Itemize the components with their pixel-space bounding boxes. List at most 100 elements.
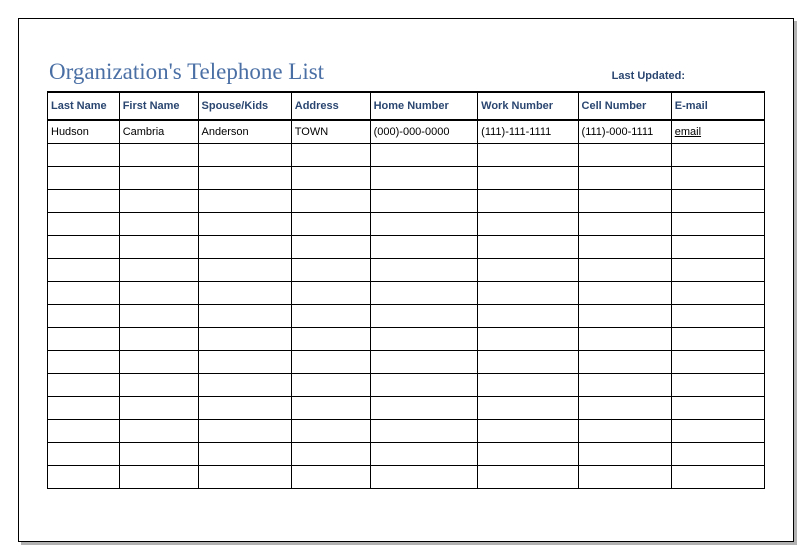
- cell-empty: [198, 419, 291, 442]
- cell-empty: [48, 419, 120, 442]
- cell-empty: [671, 281, 764, 304]
- table-row: HudsonCambriaAndersonTOWN(000)-000-0000(…: [48, 120, 765, 143]
- table-row-empty: [48, 304, 765, 327]
- cell-empty: [291, 281, 370, 304]
- cell-empty: [478, 212, 578, 235]
- cell-empty: [48, 258, 120, 281]
- cell-email: email: [671, 120, 764, 143]
- cell-empty: [48, 189, 120, 212]
- cell-empty: [370, 396, 478, 419]
- cell-empty: [478, 189, 578, 212]
- cell-empty: [671, 212, 764, 235]
- cell-empty: [119, 304, 198, 327]
- cell-empty: [671, 166, 764, 189]
- cell-empty: [478, 419, 578, 442]
- table-row-empty: [48, 373, 765, 396]
- cell-empty: [119, 189, 198, 212]
- cell-empty: [578, 281, 671, 304]
- col-header-address: Address: [291, 92, 370, 120]
- cell-empty: [370, 212, 478, 235]
- table-row-empty: [48, 327, 765, 350]
- cell-empty: [119, 258, 198, 281]
- col-header-email: E-mail: [671, 92, 764, 120]
- cell-empty: [370, 327, 478, 350]
- table-row-empty: [48, 143, 765, 166]
- cell-empty: [198, 212, 291, 235]
- cell-empty: [119, 327, 198, 350]
- table-body: HudsonCambriaAndersonTOWN(000)-000-0000(…: [48, 120, 765, 488]
- cell-empty: [671, 373, 764, 396]
- cell-empty: [478, 373, 578, 396]
- cell-empty: [291, 350, 370, 373]
- col-header-spouse: Spouse/Kids: [198, 92, 291, 120]
- cell-empty: [291, 143, 370, 166]
- cell-empty: [48, 166, 120, 189]
- cell-empty: [671, 258, 764, 281]
- cell-empty: [478, 166, 578, 189]
- cell-empty: [370, 189, 478, 212]
- cell-empty: [119, 419, 198, 442]
- page-title: Organization's Telephone List: [49, 59, 324, 85]
- cell-empty: [370, 235, 478, 258]
- cell-empty: [370, 281, 478, 304]
- table-row-empty: [48, 258, 765, 281]
- cell-empty: [478, 442, 578, 465]
- cell-empty: [198, 442, 291, 465]
- cell-empty: [48, 442, 120, 465]
- cell-empty: [198, 143, 291, 166]
- cell-empty: [578, 465, 671, 488]
- cell-empty: [671, 350, 764, 373]
- cell-empty: [291, 189, 370, 212]
- cell-empty: [48, 327, 120, 350]
- header: Organization's Telephone List Last Updat…: [47, 59, 765, 85]
- table-row-empty: [48, 281, 765, 304]
- cell-empty: [578, 327, 671, 350]
- cell-empty: [578, 143, 671, 166]
- cell-empty: [370, 373, 478, 396]
- cell-empty: [291, 166, 370, 189]
- cell-empty: [578, 258, 671, 281]
- cell-empty: [119, 281, 198, 304]
- col-header-firstname: First Name: [119, 92, 198, 120]
- cell-empty: [291, 419, 370, 442]
- col-header-cell: Cell Number: [578, 92, 671, 120]
- cell-empty: [578, 304, 671, 327]
- table-row-empty: [48, 235, 765, 258]
- cell-empty: [578, 442, 671, 465]
- cell-empty: [198, 373, 291, 396]
- cell-empty: [370, 258, 478, 281]
- cell-empty: [119, 442, 198, 465]
- cell-empty: [291, 327, 370, 350]
- cell-empty: [578, 373, 671, 396]
- table-row-empty: [48, 396, 765, 419]
- cell-empty: [119, 143, 198, 166]
- cell-empty: [48, 143, 120, 166]
- table-row-empty: [48, 419, 765, 442]
- document-page: Organization's Telephone List Last Updat…: [18, 18, 794, 542]
- cell-empty: [478, 258, 578, 281]
- cell-empty: [370, 465, 478, 488]
- cell-empty: [671, 396, 764, 419]
- cell-empty: [578, 212, 671, 235]
- table-row-empty: [48, 166, 765, 189]
- cell-empty: [671, 465, 764, 488]
- cell-empty: [578, 235, 671, 258]
- cell-empty: [198, 304, 291, 327]
- cell-empty: [671, 235, 764, 258]
- cell-empty: [671, 189, 764, 212]
- col-header-lastname: Last Name: [48, 92, 120, 120]
- cell-empty: [478, 465, 578, 488]
- cell-empty: [578, 166, 671, 189]
- cell-empty: [291, 212, 370, 235]
- cell-empty: [198, 350, 291, 373]
- cell-empty: [370, 166, 478, 189]
- cell-empty: [119, 212, 198, 235]
- cell-empty: [370, 419, 478, 442]
- cell-firstname: Cambria: [119, 120, 198, 143]
- cell-empty: [119, 235, 198, 258]
- cell-empty: [48, 304, 120, 327]
- table-row-empty: [48, 350, 765, 373]
- cell-empty: [119, 350, 198, 373]
- cell-empty: [671, 143, 764, 166]
- email-link[interactable]: email: [675, 126, 701, 138]
